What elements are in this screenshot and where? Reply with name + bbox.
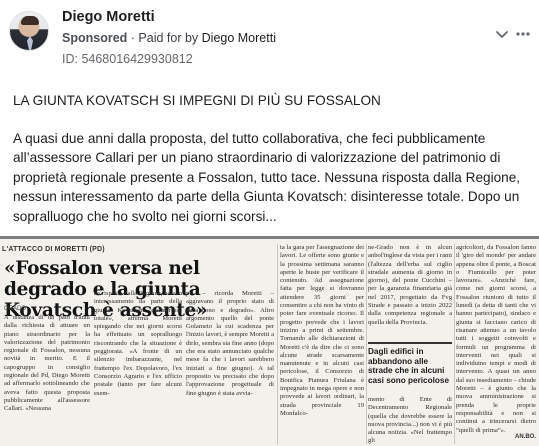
clipping-signature: AN.BO.	[515, 434, 536, 440]
clipping-subheading-box: Dagli edifici in abbandono alle strade c…	[368, 342, 452, 444]
chevron-down-icon[interactable]	[495, 27, 509, 41]
clipping-column-5: ne-Grado non è in alcun anbol'inglese da…	[368, 244, 452, 326]
more-options-icon[interactable]	[515, 27, 531, 41]
clipping-location-label: GRADO	[4, 306, 27, 312]
clipping-top-rule	[0, 236, 539, 239]
clipping-column-1: A distanza di un paio d'anni dalla richi…	[4, 314, 90, 413]
column-divider	[277, 244, 278, 444]
clipping-column-6: agricoltori, da Fossalon fanno il 'giro …	[456, 244, 536, 434]
post-header: Diego Moretti Sponsored · Paid for by Di…	[0, 0, 539, 72]
avatar-hair	[21, 16, 39, 25]
advertiser-name[interactable]: Diego Moretti	[62, 9, 155, 25]
clipping-column-4: ta la gara per l'assegnazione dei lavori…	[280, 244, 364, 417]
post-body[interactable]: A quasi due anni dalla proposta, del tut…	[13, 129, 531, 227]
clipping-kicker: L'ATTACCO DI MORETTI (PD)	[2, 246, 105, 253]
column-divider	[366, 244, 367, 444]
sponsored-label: Sponsored	[62, 31, 128, 45]
clipping-box-text: mento di Ente di Decentramento Regionale…	[368, 396, 452, 444]
clipping-subheading: Dagli edifici in abbandono alle strade c…	[368, 347, 449, 385]
sponsor-line: Sponsored · Paid for by Diego Moretti	[62, 31, 276, 45]
column-divider	[454, 244, 455, 444]
clipping-column-2: na risposta dalla Regione, nessun intere…	[94, 290, 182, 397]
avatar-tie	[27, 36, 33, 50]
newspaper-clipping-image[interactable]: L'ATTACCO DI MORETTI (PD) «Fossalon vers…	[0, 236, 539, 446]
avatar[interactable]	[9, 11, 49, 51]
post-title: LA GIUNTA KOVATSCH SI IMPEGNI DI PIÙ SU …	[13, 93, 381, 108]
clipping-column-3: pi) – ricorda Moretti – aggravano il pro…	[186, 290, 274, 397]
post-text: LA GIUNTA KOVATSCH SI IMPEGNI DI PIÙ SU …	[13, 91, 531, 226]
subheading-rule	[368, 342, 452, 344]
paid-for-label: · Paid for by	[127, 31, 202, 45]
paid-for-advertiser[interactable]: Diego Moretti	[202, 31, 276, 45]
ad-id: ID: 5468016429930812	[62, 52, 193, 66]
